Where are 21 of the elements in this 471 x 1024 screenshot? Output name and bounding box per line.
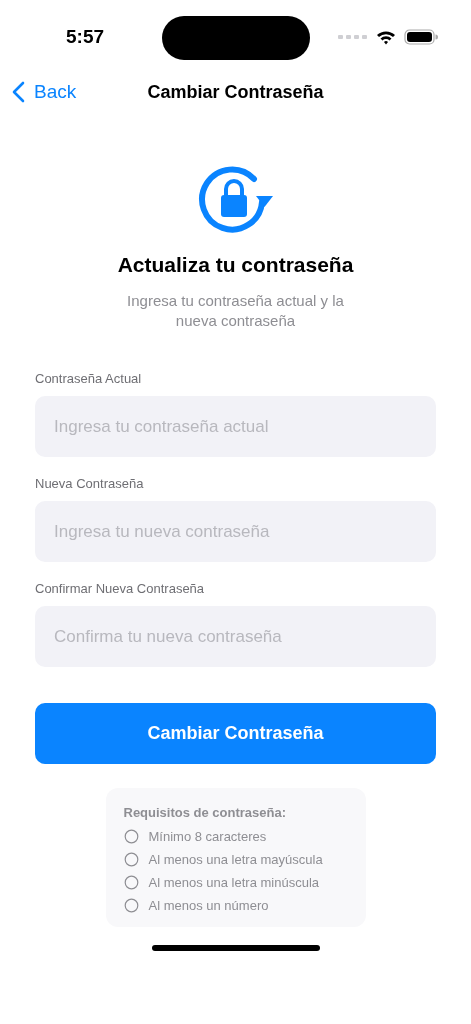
requirement-text: Al menos una letra mayúscula	[148, 852, 323, 867]
change-password-button[interactable]: Cambiar Contraseña	[35, 703, 436, 764]
field-label: Confirmar Nueva Contraseña	[35, 581, 206, 596]
password-field[interactable]: Confirma tu nueva contraseña	[35, 606, 436, 667]
field-label: Contraseña Actual	[35, 371, 143, 386]
requirements-title: Requisitos de contraseña:	[123, 805, 288, 820]
back-button[interactable]: Back	[12, 81, 77, 103]
wifi-icon	[376, 29, 396, 45]
heading: Actualiza tu contraseña	[117, 253, 354, 277]
requirement-text: Mínimo 8 caracteres	[148, 829, 267, 844]
requirement-text: Al menos un número	[148, 898, 269, 913]
chevron-left-icon	[12, 81, 25, 103]
status-time: 5:57	[66, 26, 106, 48]
password-field[interactable]: Ingresa tu nueva contraseña	[35, 501, 436, 562]
signal-icon	[338, 34, 368, 40]
nav-title: Cambiar Contraseña	[147, 81, 324, 103]
password-field[interactable]: Ingresa tu contraseña actual	[35, 396, 436, 457]
requirement-text: Al menos una letra minúscula	[148, 875, 320, 890]
battery-icon	[404, 29, 438, 45]
subtitle: Ingresa tu contraseña actual y la nueva contraseña	[126, 291, 345, 331]
field-label: Nueva Contraseña	[35, 476, 145, 491]
